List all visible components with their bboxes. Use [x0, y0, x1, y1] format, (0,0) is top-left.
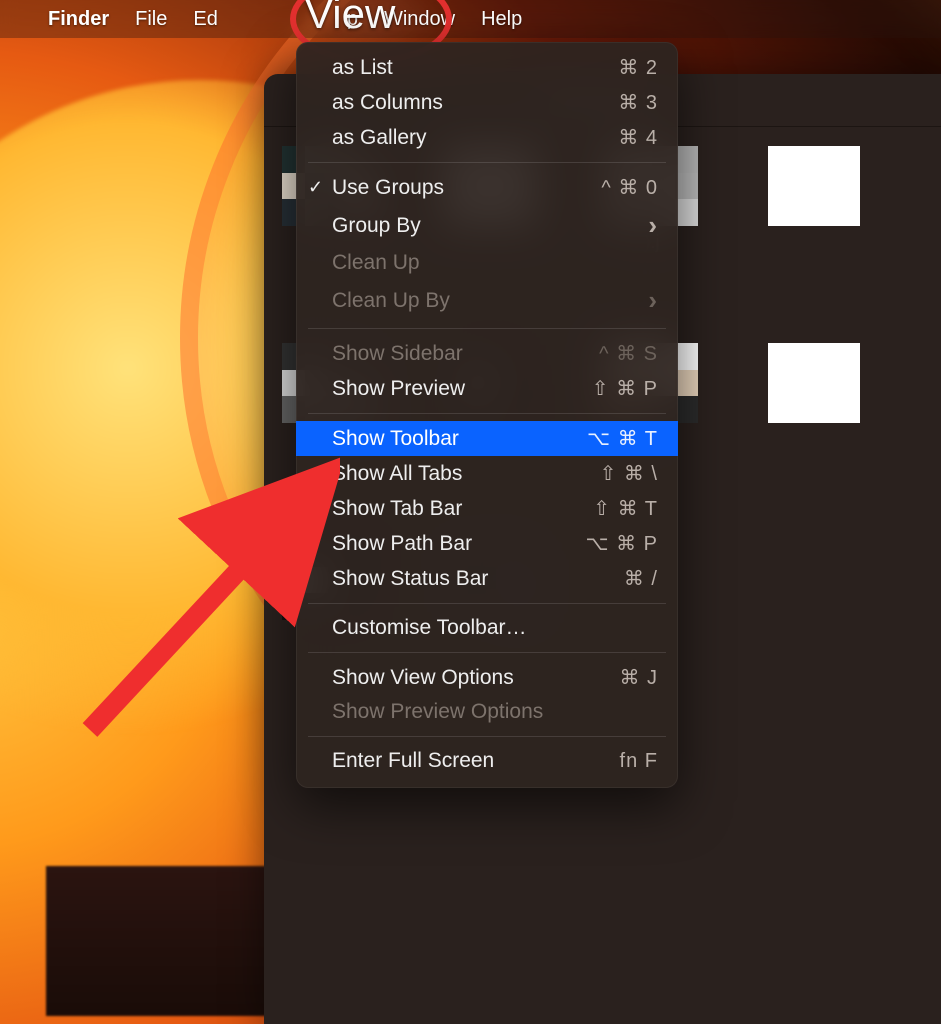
- menu-item-shortcut: ⇧ ⌘ P: [592, 376, 658, 401]
- menubar[interactable]: Finder File Ed View p Window Help: [0, 0, 941, 38]
- menu-item-label: Customise Toolbar…: [332, 616, 658, 640]
- menu-separator: [308, 652, 666, 653]
- menu-item-as-gallery[interactable]: as Gallery⌘ 4: [296, 120, 678, 155]
- menu-item-show-status-bar[interactable]: Show Status Bar⌘ /: [296, 561, 678, 596]
- menu-item-label: Show All Tabs: [332, 462, 600, 486]
- menu-item-label: as Gallery: [332, 126, 618, 150]
- menu-item-as-list[interactable]: as List⌘ 2: [296, 50, 678, 85]
- menu-separator: [308, 328, 666, 329]
- menu-item-label: Show Status Bar: [332, 567, 624, 591]
- menu-item-as-columns[interactable]: as Columns⌘ 3: [296, 85, 678, 120]
- menu-item-label: Show Tab Bar: [332, 497, 593, 521]
- menu-item-shortcut: ⌘ 4: [618, 125, 658, 150]
- menu-item-shortcut: ⌘ J: [619, 665, 658, 690]
- menu-item-label: Use Groups: [332, 176, 601, 200]
- menu-separator: [308, 413, 666, 414]
- menu-item-clean-up-by: Clean Up By›: [296, 280, 678, 321]
- menu-item-label: Show Path Bar: [332, 532, 586, 556]
- view-menu-dropdown[interactable]: as List⌘ 2as Columns⌘ 3as Gallery⌘ 4✓Use…: [296, 42, 678, 788]
- menu-item-label: Show Preview: [332, 377, 592, 401]
- menu-item-shortcut: fn F: [620, 750, 658, 773]
- menubar-item-help[interactable]: Help: [481, 8, 522, 31]
- menu-item-label: Enter Full Screen: [332, 749, 620, 773]
- file-thumbnail[interactable]: [768, 343, 860, 450]
- menu-item-shortcut: ⌘ 3: [618, 90, 658, 115]
- menubar-app-name[interactable]: Finder: [48, 8, 109, 31]
- menu-item-show-sidebar: Show Sidebar^ ⌘ S: [296, 336, 678, 371]
- menu-item-label: Show Preview Options: [332, 700, 658, 724]
- menu-item-label: Clean Up By: [332, 289, 648, 313]
- menubar-item-window[interactable]: Window: [384, 8, 455, 31]
- menu-separator: [308, 736, 666, 737]
- menu-item-show-toolbar[interactable]: Show Toolbar⌥ ⌘ T: [296, 421, 678, 456]
- menu-item-shortcut: ⇧ ⌘ \: [600, 461, 658, 486]
- menubar-item-go-fragment[interactable]: p: [347, 8, 358, 31]
- menu-item-enter-full-screen[interactable]: Enter Full Screenfn F: [296, 744, 678, 778]
- menu-item-label: Show Sidebar: [332, 342, 599, 366]
- menu-item-label: Show View Options: [332, 666, 619, 690]
- menu-item-show-preview[interactable]: Show Preview⇧ ⌘ P: [296, 371, 678, 406]
- menu-item-show-all-tabs[interactable]: Show All Tabs⇧ ⌘ \: [296, 456, 678, 491]
- menu-item-shortcut: ⌥ ⌘ T: [587, 426, 658, 451]
- menu-item-shortcut: ⌥ ⌘ P: [586, 531, 659, 556]
- chevron-right-icon: ›: [648, 285, 658, 316]
- menu-item-clean-up: Clean Up: [296, 246, 678, 280]
- menu-item-show-path-bar[interactable]: Show Path Bar⌥ ⌘ P: [296, 526, 678, 561]
- menu-item-use-groups[interactable]: ✓ Use Groups^ ⌘ 0: [296, 170, 678, 205]
- menu-item-label: Show Toolbar: [332, 427, 587, 451]
- menu-item-shortcut: ⌘ /: [624, 566, 658, 591]
- menu-item-shortcut: ⌘ 2: [618, 55, 658, 80]
- chevron-right-icon: ›: [648, 210, 658, 241]
- menu-item-group-by[interactable]: Group By›: [296, 205, 678, 246]
- menu-item-label: Group By: [332, 214, 648, 238]
- menu-item-show-view-options[interactable]: Show View Options⌘ J: [296, 660, 678, 695]
- menu-item-label: Clean Up: [332, 251, 658, 275]
- menubar-item-edit[interactable]: Ed: [193, 8, 217, 31]
- menu-item-shortcut: ^ ⌘ S: [599, 341, 658, 366]
- menu-item-customise-toolbar[interactable]: Customise Toolbar…: [296, 611, 678, 645]
- file-thumbnail[interactable]: [768, 146, 860, 253]
- menu-item-shortcut: ^ ⌘ 0: [601, 175, 658, 200]
- menu-separator: [308, 162, 666, 163]
- menu-item-show-preview-options: Show Preview Options: [296, 695, 678, 729]
- checkmark-icon: ✓: [308, 177, 323, 198]
- menu-item-show-tab-bar[interactable]: Show Tab Bar⇧ ⌘ T: [296, 491, 678, 526]
- menu-item-label: as List: [332, 56, 618, 80]
- menu-separator: [308, 603, 666, 604]
- menu-item-label: as Columns: [332, 91, 618, 115]
- menu-item-shortcut: ⇧ ⌘ T: [593, 496, 658, 521]
- menubar-item-file[interactable]: File: [135, 8, 167, 31]
- wallpaper-shadow: [46, 866, 276, 1016]
